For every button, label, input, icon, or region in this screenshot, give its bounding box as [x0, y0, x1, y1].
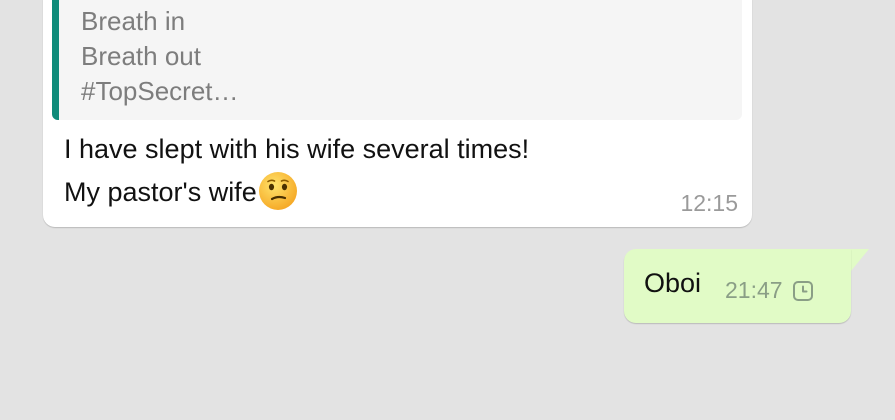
- message-text: Oboi: [644, 268, 702, 298]
- quoted-line: Breath in: [81, 6, 186, 36]
- quoted-message[interactable]: Breath in Breath out #TopSecret…: [52, 0, 742, 120]
- message-timestamp: 21:47: [725, 277, 783, 303]
- message-timestamp: 12:15: [680, 190, 738, 216]
- clock-pending-icon: [792, 280, 814, 302]
- incoming-message-bubble[interactable]: Breath in Breath out #TopSecret… I have …: [43, 0, 752, 227]
- confused-face-icon: [258, 171, 298, 211]
- quoted-line: #TopSecret…: [81, 76, 239, 106]
- outgoing-bubble-tail: [851, 249, 869, 271]
- outgoing-message-bubble[interactable]: Oboi 21:47: [624, 249, 851, 323]
- quote-accent-bar: [52, 0, 59, 120]
- quoted-text: Breath in Breath out #TopSecret…: [81, 4, 239, 109]
- message-line: My pastor's wife: [64, 177, 257, 207]
- message-text: I have slept with his wife several times…: [64, 128, 529, 214]
- quoted-line: Breath out: [81, 41, 201, 71]
- message-line: I have slept with his wife several times…: [64, 134, 530, 164]
- message-line-with-emoji: My pastor's wife: [64, 171, 529, 214]
- message-meta: 21:47: [725, 277, 814, 304]
